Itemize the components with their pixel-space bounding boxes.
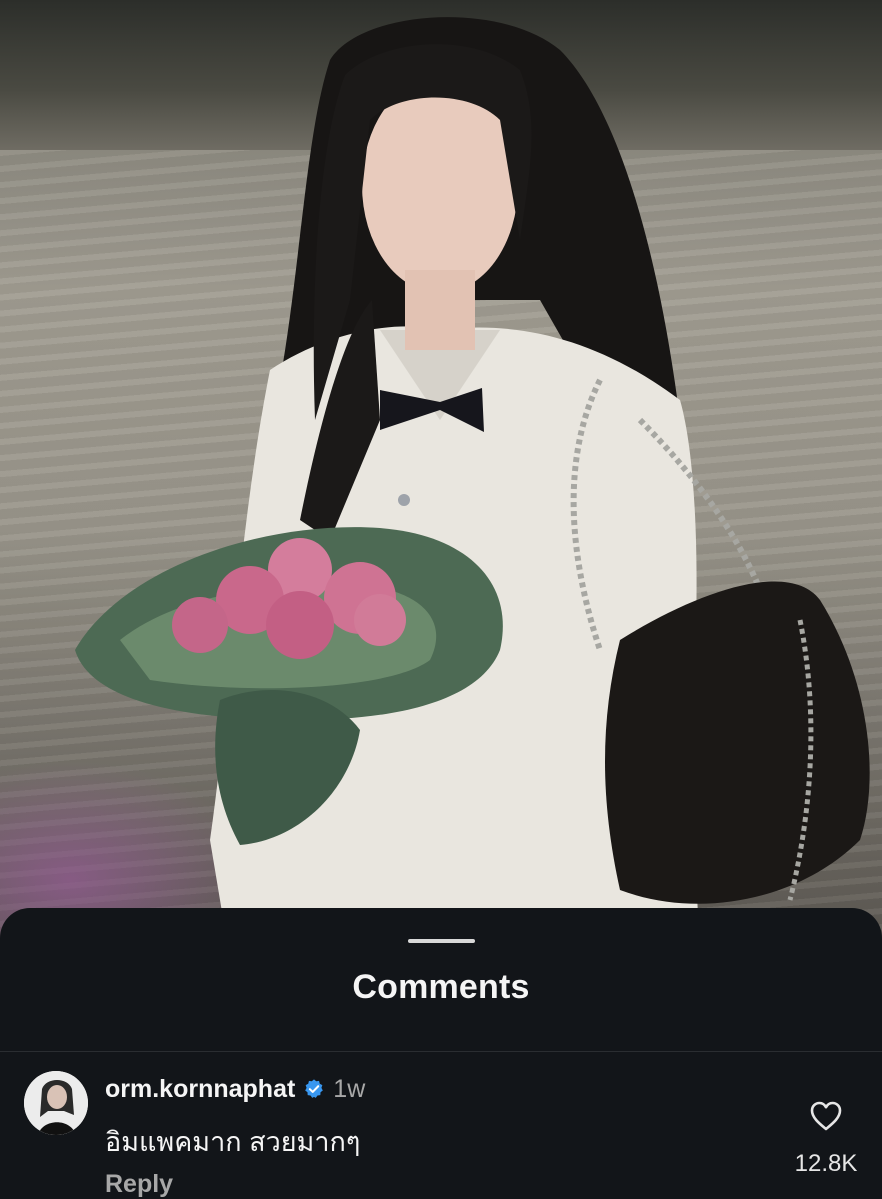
comment-username[interactable]: orm.kornnaphat [105,1075,295,1104]
reply-button[interactable]: Reply [105,1170,173,1199]
screen: Comments orm.kornnaphat 1w อิมแพคมาก สวย… [0,0,882,1199]
background-video[interactable] [0,0,882,960]
comment-text: อิมแพคมาก สวยมากๆ [105,1127,361,1157]
heart-outline-icon [810,1101,842,1131]
sheet-title: Comments [352,968,530,1006]
comment-header: orm.kornnaphat 1w [105,1072,365,1106]
comment-timestamp: 1w [333,1074,366,1103]
verified-badge-icon [305,1079,324,1098]
like-count: 12.8K [794,1150,858,1177]
like-button[interactable]: 12.8K [772,1100,880,1178]
woman-with-lotus-bouquet [75,17,870,960]
avatar-photo [24,1071,88,1135]
avatar[interactable] [24,1071,88,1135]
comment-item: orm.kornnaphat 1w อิมแพคมาก สวยมากๆ Repl… [0,1052,882,1199]
grab-handle[interactable] [408,939,475,943]
comments-sheet: Comments orm.kornnaphat 1w อิมแพคมาก สวย… [0,908,882,1199]
